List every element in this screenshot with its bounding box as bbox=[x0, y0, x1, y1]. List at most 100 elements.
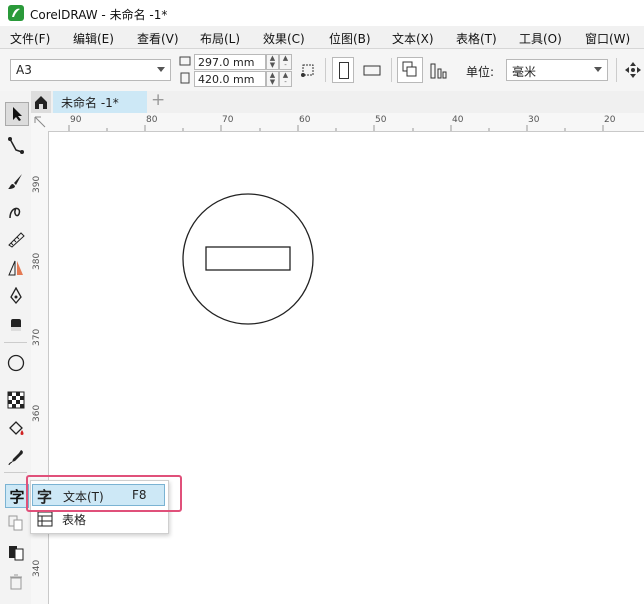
freehand-tool[interactable] bbox=[5, 200, 27, 222]
tab-document-label: 未命名 -1* bbox=[61, 96, 119, 110]
vruler-tick: 390 bbox=[32, 175, 42, 193]
pointer-arrow-icon bbox=[13, 107, 22, 121]
page-size-adjust-icon[interactable] bbox=[299, 61, 317, 79]
page-width-icon bbox=[179, 56, 191, 66]
hruler-tick: 90 bbox=[70, 115, 82, 125]
blend-pages-icon bbox=[8, 515, 23, 531]
page-height-icon bbox=[180, 72, 190, 84]
document-tab-bar: 未命名 -1* + bbox=[31, 90, 644, 114]
menu-view[interactable]: 查看(V) bbox=[137, 30, 179, 47]
page-height-input[interactable]: 420.0 mm bbox=[194, 71, 266, 87]
ruler-origin-icon[interactable] bbox=[31, 113, 49, 131]
rectangle-shape[interactable] bbox=[205, 246, 291, 271]
hruler-tick: 80 bbox=[146, 115, 158, 125]
smear-tool[interactable] bbox=[5, 228, 27, 250]
paper-size-value: A3 bbox=[16, 63, 32, 77]
page-width-value: 297.0 mm bbox=[198, 56, 255, 69]
horizontal-ruler[interactable]: 90 80 70 60 50 40 30 20 bbox=[31, 113, 644, 132]
checkerboard-icon bbox=[7, 391, 25, 409]
separator bbox=[4, 472, 27, 473]
units-label: 单位: bbox=[466, 65, 495, 79]
page-width-nudge[interactable]: ▲ - bbox=[279, 54, 292, 70]
mirror-icon bbox=[8, 260, 23, 276]
delete-tool[interactable] bbox=[5, 571, 27, 593]
menu-table[interactable]: 表格(T) bbox=[456, 30, 497, 47]
pen-nib-icon bbox=[10, 287, 22, 305]
vruler-tick: 380 bbox=[32, 252, 42, 270]
separator bbox=[325, 58, 326, 82]
property-bar: A3 297.0 mm ▲ ▼ ▲ - 420.0 mm ▲ ▼ ▲ - 单位: 毫米 bbox=[0, 49, 644, 92]
flyout-item-table-label: 表格 bbox=[62, 513, 87, 527]
hruler-tick: 40 bbox=[452, 115, 464, 125]
toolbox: 字 bbox=[0, 91, 32, 604]
circle-shape[interactable] bbox=[182, 193, 314, 325]
separator bbox=[616, 58, 617, 82]
vruler-tick: 340 bbox=[32, 559, 42, 577]
chevron-down-icon bbox=[594, 67, 602, 72]
blend-tool[interactable] bbox=[5, 512, 27, 534]
menu-file[interactable]: 文件(F) bbox=[10, 30, 50, 47]
hruler-tick: 30 bbox=[528, 115, 540, 125]
units-value: 毫米 bbox=[512, 65, 537, 79]
paper-size-dropdown[interactable]: A3 bbox=[10, 59, 171, 81]
eraser-tool[interactable] bbox=[5, 314, 27, 336]
menu-window[interactable]: 窗口(W) bbox=[585, 30, 630, 47]
interactive-fill-tool[interactable] bbox=[5, 418, 27, 440]
page-height-spinner[interactable]: ▲ ▼ bbox=[266, 71, 279, 87]
hruler-tick: 70 bbox=[222, 115, 234, 125]
menu-bar: 文件(F) 编辑(E) 查看(V) 布局(L) 效果(C) 位图(B) 文本(X… bbox=[0, 26, 644, 49]
brush-icon bbox=[8, 174, 22, 189]
coreldraw-app-icon bbox=[8, 5, 24, 21]
ellipse-tool[interactable] bbox=[5, 352, 27, 374]
chevron-down-icon bbox=[157, 67, 165, 72]
all-pages-icon bbox=[402, 61, 417, 77]
current-page-icon[interactable] bbox=[428, 61, 450, 81]
vruler-tick: 370 bbox=[32, 328, 42, 346]
nudge-distance-icon[interactable] bbox=[624, 61, 642, 79]
home-icon bbox=[35, 96, 47, 109]
symmetry-tool[interactable] bbox=[5, 257, 27, 279]
freehand-curve-icon bbox=[9, 207, 21, 219]
transparency-tool[interactable] bbox=[5, 389, 27, 411]
hruler-tick: 60 bbox=[299, 115, 311, 125]
vruler-tick: 360 bbox=[32, 404, 42, 422]
hruler-tick: 20 bbox=[604, 115, 616, 125]
landscape-button[interactable] bbox=[362, 62, 384, 78]
separator bbox=[391, 58, 392, 82]
clipboard-icon bbox=[9, 546, 24, 561]
smear-brush-icon bbox=[8, 232, 25, 248]
eyedropper-icon bbox=[8, 450, 23, 466]
object-manager-tool[interactable] bbox=[5, 541, 27, 563]
page-width-spinner[interactable]: ▲ ▼ bbox=[266, 54, 279, 70]
highlight-annotation bbox=[26, 475, 182, 512]
circle-icon bbox=[7, 354, 25, 372]
pick-tool[interactable] bbox=[5, 102, 29, 126]
page-width-input[interactable]: 297.0 mm bbox=[194, 54, 266, 70]
menu-edit[interactable]: 编辑(E) bbox=[73, 30, 114, 47]
all-pages-button[interactable] bbox=[397, 57, 423, 83]
home-button[interactable] bbox=[31, 91, 51, 113]
units-dropdown[interactable]: 毫米 bbox=[506, 59, 608, 81]
portrait-button[interactable] bbox=[332, 57, 354, 83]
add-tab-icon[interactable]: + bbox=[151, 90, 165, 110]
hruler-tick-marks bbox=[68, 125, 604, 131]
trash-icon bbox=[10, 574, 22, 590]
menu-effects[interactable]: 效果(C) bbox=[263, 30, 305, 47]
menu-tools[interactable]: 工具(O) bbox=[519, 30, 562, 47]
shape-node-icon bbox=[8, 137, 24, 154]
title-bar: CorelDRAW - 未命名 -1* bbox=[0, 0, 644, 26]
tab-document[interactable]: 未命名 -1* bbox=[53, 91, 147, 113]
page-height-value: 420.0 mm bbox=[198, 73, 255, 86]
artistic-media-tool[interactable] bbox=[5, 170, 27, 192]
eraser-icon bbox=[11, 319, 21, 331]
page-height-nudge[interactable]: ▲ - bbox=[279, 71, 292, 87]
menu-text[interactable]: 文本(X) bbox=[392, 30, 434, 47]
eyedropper-tool[interactable] bbox=[5, 446, 27, 468]
pen-tool[interactable] bbox=[5, 285, 27, 307]
menu-layout[interactable]: 布局(L) bbox=[200, 30, 240, 47]
shape-tool[interactable] bbox=[5, 134, 27, 156]
window-title: CorelDRAW - 未命名 -1* bbox=[30, 8, 168, 22]
paint-bucket-icon bbox=[9, 421, 24, 435]
separator bbox=[4, 342, 27, 343]
menu-bitmaps[interactable]: 位图(B) bbox=[329, 30, 371, 47]
